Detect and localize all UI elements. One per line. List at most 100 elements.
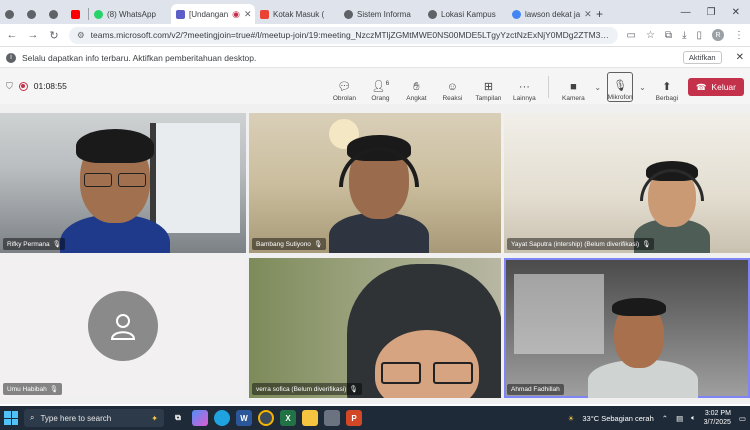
notification-icon[interactable]: ▭ — [739, 414, 746, 423]
clock[interactable]: 3:02 PM 3/7/2025 — [704, 409, 731, 427]
close-icon[interactable]: ✕ — [736, 52, 744, 63]
participant-name-tag: verra sofica (Belum diverifikasi) 🎙︎ — [252, 383, 362, 395]
share-button[interactable]: ⬆︎ Berbagi — [652, 72, 682, 102]
url-bar[interactable]: ⚙ teams.microsoft.com/v2/?meetingjoin=tr… — [69, 26, 618, 44]
browser-tab[interactable]: Lokasi Kampus — [423, 4, 507, 24]
close-tab-icon[interactable]: ✕ — [244, 9, 252, 20]
participant-tile[interactable]: verra sofica (Belum diverifikasi) 🎙︎ — [249, 258, 501, 398]
reaction-button[interactable]: ☺ Reaksi — [437, 72, 467, 102]
chevron-down-icon[interactable]: ⌄ — [639, 83, 646, 92]
restore-icon[interactable]: ❐ — [707, 7, 716, 18]
chat-button[interactable]: 💬︎ Obrolan — [329, 72, 359, 102]
browser-tab[interactable]: lawson dekat ja ✕ — [507, 4, 591, 24]
google-icon — [512, 9, 521, 19]
participant-count: 6 — [385, 80, 390, 88]
chrome-icon[interactable] — [258, 410, 274, 426]
sidebar-icon[interactable]: ▯ — [696, 30, 702, 41]
back-icon[interactable]: ← — [6, 29, 18, 41]
ms-store-icon[interactable] — [324, 410, 340, 426]
mic-icon: 🎙︎ — [642, 241, 651, 248]
microphone-button[interactable]: 🎙︎ Mikrofon — [607, 72, 634, 102]
excel-icon[interactable]: X — [280, 410, 296, 426]
search-highlight-icon: ✦ — [151, 413, 158, 423]
browser-tab-teams[interactable]: [Undangan ◉ ✕ — [171, 4, 255, 24]
participant-name-tag: Ahmad Fadhillah — [507, 384, 564, 395]
weather-icon: ☀︎ — [567, 413, 575, 423]
browser-tab[interactable] — [0, 4, 22, 24]
forward-icon[interactable]: → — [27, 29, 39, 41]
tab-favicon-icon — [5, 9, 14, 19]
close-tab-icon[interactable]: ✕ — [584, 9, 591, 20]
participant-tile[interactable]: Bambang Sutiyono 🎙︎ — [249, 113, 501, 253]
reload-icon[interactable]: ↻ — [48, 29, 60, 42]
participant-tile-active-speaker[interactable]: Ahmad Fadhillah — [504, 258, 750, 398]
cast-icon[interactable]: ▭ — [627, 30, 636, 41]
network-icon[interactable]: ▤ — [676, 414, 683, 423]
profile-avatar-icon[interactable]: R — [712, 29, 724, 41]
mic-icon: 🎙︎ — [349, 386, 358, 393]
url-text: teams.microsoft.com/v2/?meetingjoin=true… — [90, 30, 610, 40]
chevron-up-icon[interactable]: ⌃ — [662, 414, 668, 423]
chevron-down-icon[interactable]: ⌄ — [594, 83, 601, 92]
file-explorer-icon[interactable] — [302, 410, 318, 426]
participant-tile[interactable]: Umu Habibah 🎙︎ — [0, 258, 246, 398]
bookmark-star-icon[interactable]: ☆ — [646, 30, 655, 41]
chat-icon: 💬︎ — [337, 81, 352, 93]
tab-label: lawson dekat ja — [525, 9, 581, 19]
browser-tab[interactable]: Sistem Informa — [339, 4, 423, 24]
phone-icon: ☎︎ — [695, 81, 707, 92]
participant-video — [588, 298, 698, 398]
search-icon: ⌕ — [30, 413, 35, 422]
minimize-icon[interactable]: — — [681, 7, 691, 18]
browser-tab[interactable] — [44, 4, 66, 24]
participant-name-tag: Rifky Permana 🎙︎ — [3, 238, 65, 250]
tab-favicon-icon — [49, 9, 58, 19]
word-icon[interactable]: W — [236, 410, 252, 426]
participant-tile[interactable]: Yayat Saputra (intership) (Belum diverif… — [504, 113, 750, 253]
info-icon: i — [6, 52, 16, 63]
start-button[interactable] — [4, 411, 18, 425]
shirt — [329, 213, 429, 253]
enable-notifications-button[interactable]: Aktifkan — [682, 51, 722, 64]
browser-tab-gmail[interactable]: Kotak Masuk ( — [255, 4, 339, 24]
browser-menu-icon[interactable]: ⋮ — [734, 30, 744, 41]
leave-button[interactable]: ☎︎ Keluar — [687, 78, 744, 96]
extensions-icon[interactable]: ⧉ — [665, 30, 672, 41]
weather-text[interactable]: 33°C Sebagian cerah — [582, 414, 653, 423]
globe-icon — [428, 9, 437, 19]
more-icon: ··· — [518, 81, 530, 93]
taskbar-search-input[interactable]: ⌕ Type here to search ✦ — [24, 409, 164, 427]
new-tab-button[interactable]: + — [591, 4, 609, 24]
meeting-toolbar: ⛉ 01:08:55 💬︎ Obrolan 👤︎6 Orang ✋︎ Angkat ☺… — [0, 68, 750, 104]
participant-tile[interactable]: Rifky Permana 🎙︎ — [0, 113, 246, 253]
browser-tab[interactable] — [66, 4, 88, 24]
infobar-message: Selalu dapatkan info terbaru. Aktifkan p… — [22, 52, 257, 63]
tab-label: Lokasi Kampus — [441, 9, 496, 19]
tab-favicon-icon — [27, 9, 36, 19]
timer-text: 01:08:55 — [33, 81, 67, 91]
glasses — [433, 362, 473, 384]
close-window-icon[interactable]: ✕ — [732, 7, 740, 18]
video-grid: Rifky Permana 🎙︎ Bambang Sutiyono 🎙︎ Yayat… — [0, 104, 750, 404]
glasses — [118, 173, 146, 187]
tab-label: Kotak Masuk ( — [273, 9, 325, 19]
youtube-icon — [71, 9, 80, 19]
address-bar-actions: ▭ ☆ ⧉ ⤓ ▯ R ⋮ — [627, 29, 744, 41]
raise-hand-button[interactable]: ✋︎ Angkat — [401, 72, 431, 102]
view-button[interactable]: ⊞ Tampilan — [473, 72, 503, 102]
more-button[interactable]: ··· Lainnya — [509, 72, 539, 102]
browser-tab[interactable] — [22, 4, 44, 24]
browser-tab-strip: (8) WhatsApp [Undangan ◉ ✕ Kotak Masuk ( S… — [0, 0, 750, 24]
camera-icon: ■ — [570, 81, 577, 93]
people-button[interactable]: 👤︎6 Orang — [365, 72, 395, 102]
powerpoint-icon[interactable]: P — [346, 410, 362, 426]
site-info-icon[interactable]: ⚙ — [77, 30, 85, 41]
download-icon[interactable]: ⤓ — [682, 30, 686, 41]
edge-icon[interactable] — [214, 410, 230, 426]
mic-off-icon: 🎙︎ — [613, 80, 628, 92]
copilot-icon[interactable] — [192, 410, 208, 426]
task-view-icon[interactable]: ⧉ — [170, 410, 186, 426]
browser-tab-whatsapp[interactable]: (8) WhatsApp — [89, 4, 171, 24]
volume-icon[interactable]: 🔈︎ — [691, 413, 696, 423]
camera-button[interactable]: ■ Kamera — [558, 72, 588, 102]
